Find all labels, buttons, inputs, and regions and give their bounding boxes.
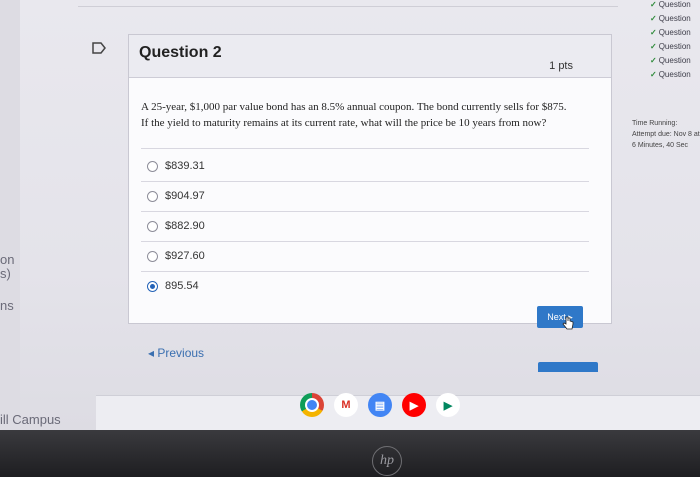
check-icon: ✓: [650, 14, 657, 23]
laptop-bezel: [0, 430, 700, 477]
question-points: 1 pts: [549, 60, 573, 72]
browser-screen: on s) ns Question 2 1 pts A 25-year, $1,…: [0, 0, 700, 452]
answer-divider: [141, 148, 589, 149]
sidebar-question-item[interactable]: ✓ Question: [650, 56, 691, 65]
sidebar-question-item[interactable]: ✓ Question: [650, 14, 691, 23]
answer-label: $839.31: [165, 160, 205, 172]
left-edge-text: s): [0, 266, 11, 281]
time-running-label: Time Running:: [632, 120, 678, 127]
submit-quiz-button[interactable]: [538, 362, 598, 372]
question-text-line: If the yield to maturity remains at its …: [141, 117, 547, 129]
cursor-hand-icon: [562, 316, 574, 330]
radio-button[interactable]: [147, 160, 158, 172]
time-running-panel: Time Running: Attempt due: Nov 8 at 6 Mi…: [632, 118, 700, 151]
play-store-icon[interactable]: ▶: [436, 393, 460, 417]
attempt-due-text: Attempt due: Nov 8 at: [632, 131, 700, 138]
answer-option-3[interactable]: $882.90: [147, 215, 205, 237]
check-icon: ✓: [650, 0, 657, 9]
radio-button-selected[interactable]: [147, 280, 158, 292]
answer-label: $904.97: [165, 190, 205, 202]
check-icon: ✓: [650, 70, 657, 79]
answer-option-2[interactable]: $904.97: [147, 185, 205, 207]
time-value: 6 Minutes, 40 Sec: [632, 142, 689, 149]
docs-icon[interactable]: ▤: [368, 393, 392, 417]
answer-divider: [141, 241, 589, 242]
question-title: Question 2: [139, 44, 222, 61]
answer-divider: [141, 211, 589, 212]
left-panel-edge: [0, 0, 20, 452]
radio-button[interactable]: [147, 220, 158, 232]
answer-label: $927.60: [165, 250, 205, 262]
sidebar-question-item[interactable]: ✓ Question: [650, 42, 691, 51]
previous-link[interactable]: ◂ Previous: [148, 346, 204, 360]
answer-divider: [141, 271, 589, 272]
top-divider: [78, 0, 618, 7]
answer-label: 895.54: [165, 280, 199, 292]
answer-option-1[interactable]: $839.31: [147, 155, 205, 177]
question-text: A 25-year, $1,000 par value bond has an …: [141, 99, 581, 131]
app-dock: M ▤ ▶ ▶: [300, 393, 460, 417]
check-icon: ✓: [650, 28, 657, 37]
check-icon: ✓: [650, 56, 657, 65]
answer-option-4[interactable]: $927.60: [147, 245, 205, 267]
sidebar-question-item[interactable]: ✓ Question: [650, 28, 691, 37]
question-text-line: A 25-year, $1,000 par value bond has an …: [141, 101, 567, 113]
next-button[interactable]: Next ▸: [537, 306, 583, 328]
youtube-icon[interactable]: ▶: [402, 393, 426, 417]
question-header: Question 2 1 pts: [129, 35, 611, 78]
hp-logo: hp: [372, 446, 402, 476]
campus-text: ill Campus: [0, 412, 61, 427]
answer-option-5[interactable]: 895.54: [147, 275, 199, 297]
check-icon: ✓: [650, 42, 657, 51]
answer-label: $882.90: [165, 220, 205, 232]
chrome-icon[interactable]: [300, 393, 324, 417]
left-edge-text: on: [0, 252, 15, 267]
question-card: Question 2 1 pts A 25-year, $1,000 par v…: [128, 34, 612, 324]
radio-button[interactable]: [147, 190, 158, 202]
sidebar-question-item[interactable]: ✓ Question: [650, 0, 691, 9]
flag-question-icon[interactable]: [92, 42, 106, 54]
radio-button[interactable]: [147, 250, 158, 262]
gmail-icon[interactable]: M: [334, 393, 358, 417]
answer-divider: [141, 181, 589, 182]
left-edge-text: ns: [0, 298, 14, 313]
sidebar-question-item[interactable]: ✓ Question: [650, 70, 691, 79]
